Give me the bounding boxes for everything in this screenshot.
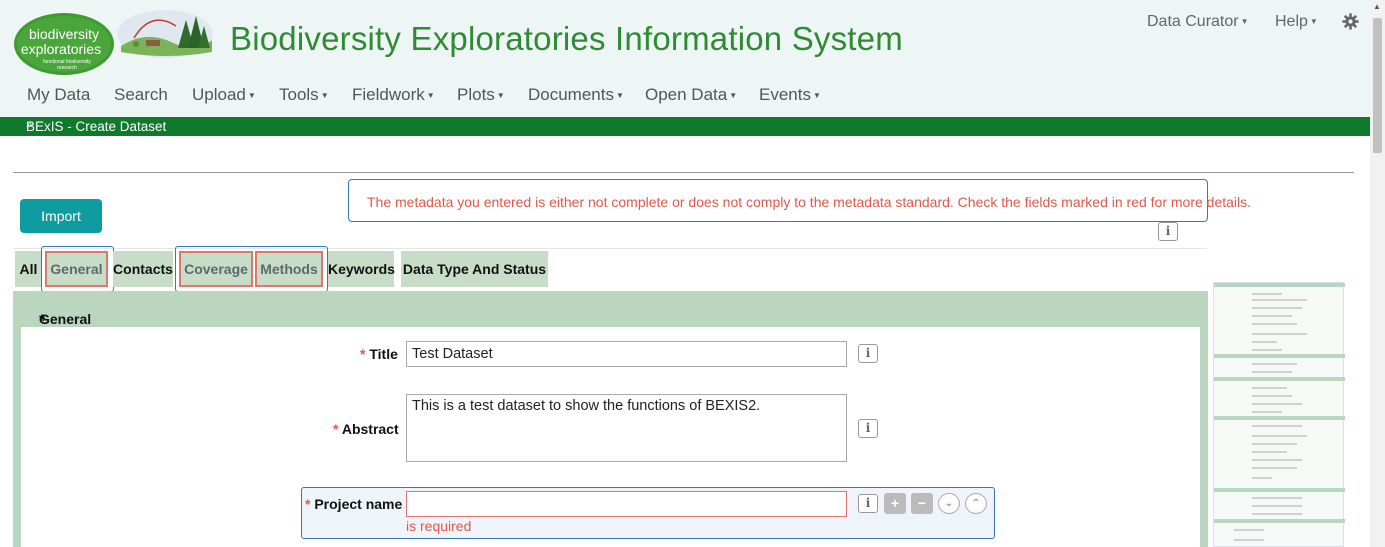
page-context-bar[interactable]: BExIS - Create Dataset »: [0, 117, 1370, 136]
minus-icon[interactable]: −: [911, 493, 933, 514]
abstract-label: * Abstract: [333, 421, 399, 437]
caret-down-icon: ▼: [247, 91, 256, 101]
caret-down-icon: ▼: [1309, 17, 1318, 27]
caret-down-icon: ▼: [615, 91, 624, 101]
plus-icon[interactable]: +: [884, 493, 906, 514]
info-icon[interactable]: i: [858, 419, 878, 438]
tab-coverage[interactable]: Coverage: [179, 251, 253, 287]
title-input[interactable]: Test Dataset: [406, 341, 847, 367]
user-menu[interactable]: Data Curator ▼: [1147, 13, 1249, 31]
tab-methods[interactable]: Methods: [255, 251, 323, 287]
user-menu-label: Data Curator: [1147, 13, 1239, 30]
nav-label: Fieldwork: [352, 85, 425, 104]
nav-events[interactable]: Events ▼: [759, 85, 821, 105]
double-chevron-down-icon: »: [26, 119, 33, 131]
caret-down-icon: ▼: [320, 91, 329, 101]
caret-down-icon: ▼: [1240, 17, 1249, 27]
nav-label: Documents: [528, 85, 614, 104]
tab-contacts[interactable]: Contacts: [113, 251, 173, 287]
project-name-label: * Project name: [305, 496, 403, 512]
app-title: Biodiversity Exploratories Information S…: [230, 20, 903, 57]
logo-text-1: biodiversity: [29, 26, 99, 42]
caret-down-icon: ▼: [496, 91, 505, 101]
page: biodiversity exploratories functional bi…: [0, 0, 1385, 547]
info-icon[interactable]: i: [858, 494, 878, 513]
required-mark: *: [39, 311, 45, 327]
section-title-label: General: [39, 311, 92, 327]
abstract-textarea[interactable]: This is a test dataset to show the funct…: [406, 394, 847, 462]
tab-data-type-and-status[interactable]: Data Type And Status: [401, 251, 548, 287]
nav-my-data[interactable]: My Data: [27, 85, 90, 105]
tab-general[interactable]: General: [45, 251, 108, 287]
nav-open-data[interactable]: Open Data ▼: [645, 85, 737, 105]
biodiversity-logo[interactable]: biodiversity exploratories functional bi…: [13, 6, 115, 76]
info-icon[interactable]: i: [1158, 222, 1178, 241]
logo-text-2: exploratories: [21, 41, 101, 57]
nav-upload[interactable]: Upload ▼: [192, 85, 256, 105]
section-header-general[interactable]: » General *: [13, 291, 1208, 327]
logo-text-4: research: [57, 65, 77, 71]
nav-label: Search: [114, 85, 168, 104]
nav-label: Plots: [457, 85, 495, 104]
help-menu-label: Help: [1275, 13, 1308, 30]
tab-all[interactable]: All: [15, 251, 42, 287]
nav-label: Events: [759, 85, 811, 104]
caret-down-icon: ▼: [812, 91, 821, 101]
abstract-label-text: Abstract: [341, 421, 399, 437]
divider: [13, 172, 1354, 173]
caret-down-icon: ▼: [426, 91, 435, 101]
settings-gear-icon[interactable]: [1342, 13, 1359, 30]
page-minimap[interactable]: [1213, 282, 1345, 547]
nav-documents[interactable]: Documents ▼: [528, 85, 624, 105]
caret-down-icon: ▼: [729, 91, 738, 101]
nav-plots[interactable]: Plots ▼: [457, 85, 505, 105]
scroll-thumb[interactable]: [1373, 18, 1382, 153]
vertical-scrollbar[interactable]: ▲: [1370, 0, 1385, 547]
import-button[interactable]: Import: [20, 199, 102, 233]
help-menu[interactable]: Help ▼: [1275, 13, 1318, 31]
scroll-up-icon[interactable]: ▲: [1373, 2, 1381, 11]
chevron-up-icon[interactable]: ⌃: [965, 493, 987, 514]
nav-label: Open Data: [645, 85, 728, 104]
project-name-input[interactable]: [406, 491, 847, 517]
chevron-down-icon[interactable]: ⌄: [938, 493, 960, 514]
nav-search[interactable]: Search: [114, 85, 168, 105]
alert-text: The metadata you entered is either not c…: [367, 194, 1252, 210]
nav-label: My Data: [27, 85, 91, 104]
nav-tools[interactable]: Tools ▼: [279, 85, 329, 105]
header: biodiversity exploratories functional bi…: [0, 0, 1370, 117]
title-label-text: Title: [369, 346, 398, 362]
landscape-logo-image: [117, 10, 213, 58]
page-context-label: BExIS - Create Dataset: [26, 119, 167, 134]
title-label: * Title: [360, 346, 398, 362]
info-icon[interactable]: i: [858, 344, 878, 363]
nav-fieldwork[interactable]: Fieldwork ▼: [352, 85, 435, 105]
validation-alert: The metadata you entered is either not c…: [348, 179, 1251, 222]
tab-keywords[interactable]: Keywords: [328, 251, 395, 287]
project-name-label-text: Project name: [314, 496, 403, 512]
project-name-error: is required: [406, 518, 472, 534]
nav-label: Tools: [279, 85, 319, 104]
nav-label: Upload: [192, 85, 246, 104]
